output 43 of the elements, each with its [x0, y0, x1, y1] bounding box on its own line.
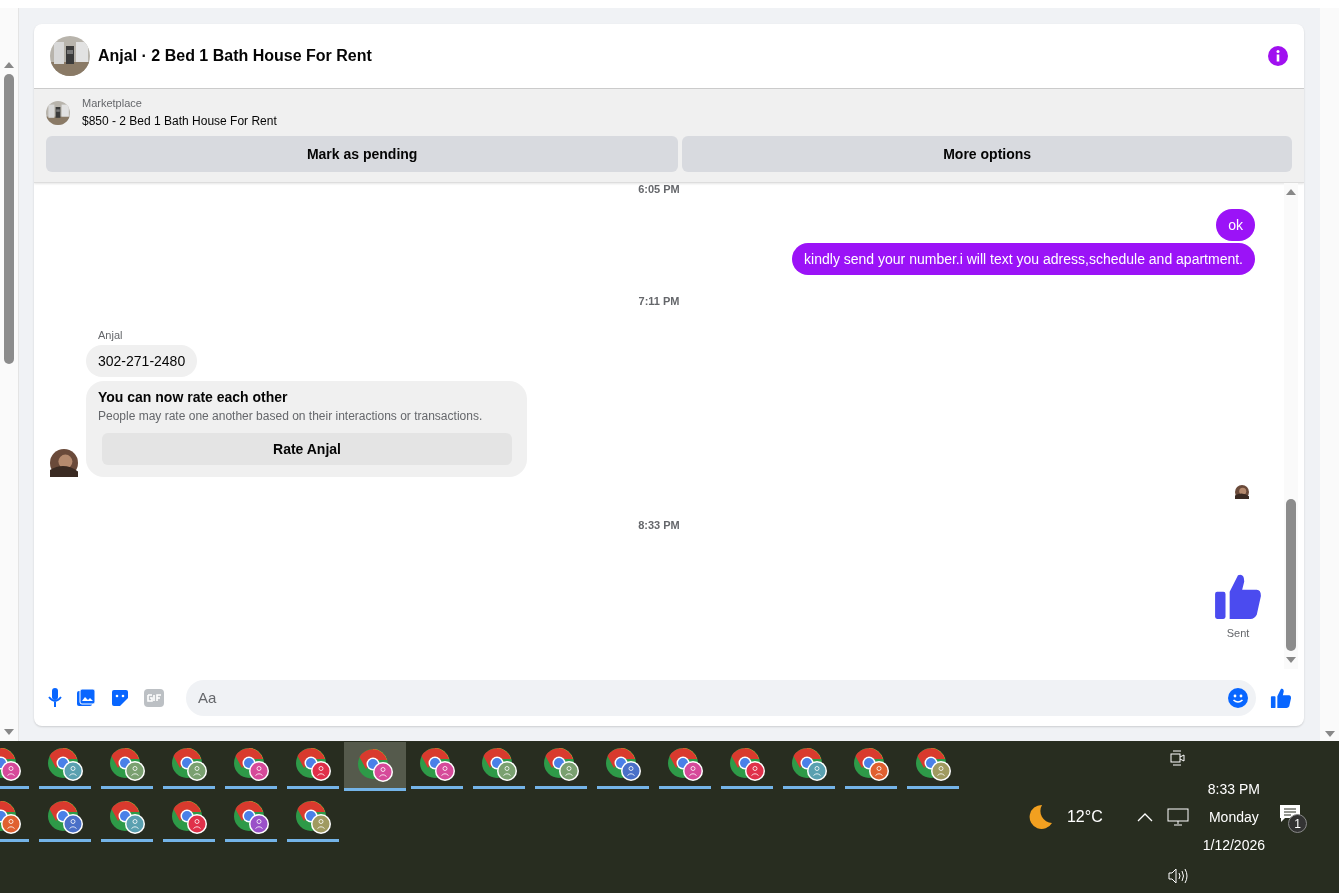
emoji-icon[interactable]	[1228, 687, 1248, 708]
scroll-down-icon[interactable]	[4, 729, 14, 735]
sticker-icon[interactable]	[110, 687, 130, 708]
weather-temperature[interactable]: 12°C	[1066, 808, 1103, 826]
avatar-icon	[1235, 485, 1249, 499]
sender-name: Anjal	[98, 329, 124, 341]
timestamp: 7:11 PM	[638, 295, 680, 307]
avatar-icon	[50, 449, 78, 477]
scroll-down-icon[interactable]	[1324, 731, 1335, 737]
info-icon[interactable]	[1268, 46, 1288, 66]
listing-title: $850 - 2 Bed 1 Bath House For Rent	[82, 114, 277, 128]
sent-status: Sent	[1226, 627, 1250, 639]
action-button[interactable]: More options	[682, 136, 1292, 172]
scrollbar-thumb[interactable]	[1286, 499, 1296, 651]
rating-title: You can now rate each other	[98, 389, 289, 405]
message-input[interactable]: Aa	[186, 679, 1256, 716]
chevron-up-icon[interactable]	[1136, 812, 1153, 822]
photo-icon[interactable]	[76, 687, 96, 708]
microphone-icon[interactable]	[48, 687, 62, 708]
speaker-icon[interactable]	[1166, 867, 1189, 885]
outgoing-message: kindly send your number.i will text you adress,schedule and apartment.	[792, 243, 1255, 275]
scroll-down-icon[interactable]	[1286, 657, 1296, 663]
rate-button[interactable]: Rate Anjal	[102, 433, 512, 465]
clock-time: 8:33 PM	[1207, 781, 1260, 797]
scrollbar-thumb[interactable]	[4, 74, 14, 364]
chat-title: Anjal · 2 Bed 1 Bath House For Rent	[98, 47, 373, 65]
taskbar-app[interactable]	[344, 742, 406, 791]
listing-label: Marketplace	[82, 97, 143, 109]
rating-description: People may rate one another based on their interactions or transactions.	[98, 409, 484, 423]
action-button[interactable]: Mark as pending	[46, 136, 679, 172]
camera-icon[interactable]	[1169, 749, 1186, 767]
outgoing-message: ok	[1216, 209, 1255, 241]
timestamp: 6:05 PM	[638, 183, 680, 195]
clock[interactable]: 8:33 PM Monday 1/12/2026	[1202, 781, 1265, 853]
incoming-message: 302-271-2480	[86, 345, 198, 377]
scroll-up-icon[interactable]	[1286, 189, 1296, 195]
clock-day: Monday	[1208, 809, 1259, 825]
monitor-icon[interactable]	[1166, 808, 1189, 826]
clock-date: 1/12/2026	[1202, 837, 1265, 853]
like-button-icon[interactable]	[1270, 686, 1292, 709]
scroll-up-icon[interactable]	[4, 62, 14, 68]
notification-count: 1	[1288, 814, 1307, 833]
timestamp: 8:33 PM	[638, 519, 680, 531]
